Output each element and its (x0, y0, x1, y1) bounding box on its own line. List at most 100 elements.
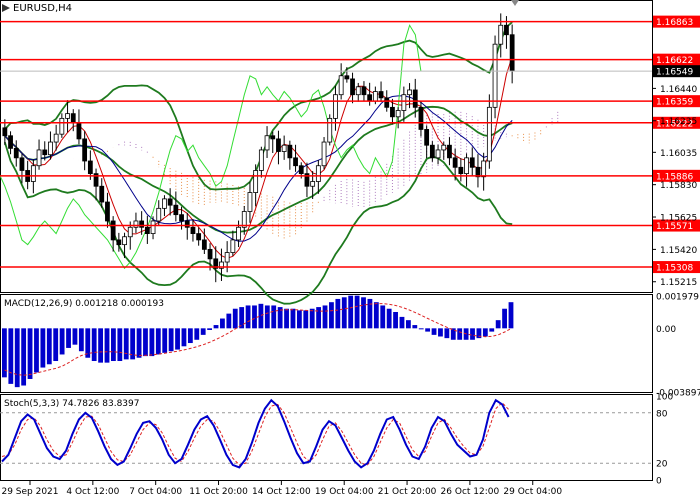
candle-body (458, 166, 464, 175)
macd-bar (367, 298, 373, 329)
macd-bar (386, 308, 392, 329)
candle-body (333, 94, 338, 119)
macd-bar (470, 328, 475, 340)
macd-bar (14, 328, 20, 388)
kijun-line (4, 95, 513, 242)
candle-body (247, 192, 253, 212)
macd-bar (412, 325, 418, 329)
macd-bar (502, 308, 507, 329)
candle-body (13, 147, 19, 159)
candle-body (469, 157, 475, 168)
candle-body (372, 91, 378, 102)
macd-bar (303, 310, 309, 329)
candle-body (504, 24, 509, 36)
macd-bar (329, 302, 334, 329)
macd-bar (348, 295, 354, 329)
macd-bar (85, 328, 91, 358)
candle-body (435, 149, 441, 159)
price-axis: 1.16440 1.16235 1.16035 1.15830 1.15625 1.154… (652, 85, 697, 288)
macd-bar (418, 328, 424, 330)
candle-body (127, 226, 133, 238)
candle-body (105, 201, 110, 222)
current-price-label: 1.16549 (656, 68, 693, 78)
price-tick-label: 1.16440 (660, 85, 697, 95)
macd-bar (373, 302, 379, 329)
candle-body (464, 157, 469, 175)
candle-body (367, 94, 373, 102)
macd-bar (213, 325, 219, 329)
macd-bar (181, 328, 187, 347)
scroll-marker-icon (511, 0, 519, 6)
macd-bar (399, 316, 405, 329)
macd-bar (245, 305, 251, 329)
level-label: 1.16863 (656, 18, 693, 28)
macd-bar (284, 308, 289, 329)
candle-body (167, 198, 173, 206)
macd-bar (226, 313, 232, 329)
candle-body (48, 141, 53, 156)
candle-body (441, 144, 447, 151)
macd-bar (91, 328, 97, 362)
macd-bar (98, 328, 103, 363)
macd-bar (187, 328, 193, 344)
macd-bar (508, 302, 514, 329)
price-tick-label: 1.15830 (660, 181, 697, 191)
macd-bar (444, 328, 450, 339)
main-panel-frame (0, 0, 653, 293)
candle-body (270, 135, 276, 140)
time-tick-label: 29 Sep 2021 (1, 487, 58, 497)
macd-bar (220, 318, 225, 329)
macd-bar (290, 308, 296, 329)
macd-bar (2, 328, 7, 378)
candle-body (361, 86, 367, 96)
macd-bar (21, 328, 27, 386)
macd-bar (354, 295, 360, 329)
macd-bar (72, 328, 78, 345)
macd-bar (136, 328, 142, 358)
macd-bar (232, 308, 238, 329)
price-tick-label: 1.16035 (660, 149, 697, 159)
macd-bar (46, 328, 52, 365)
candle-body (42, 149, 48, 156)
candle-body (8, 135, 13, 149)
candle-body (87, 160, 93, 175)
candle-body (298, 165, 304, 175)
macd-bar (194, 328, 200, 340)
macd-bar (405, 320, 411, 329)
candle-body (447, 144, 452, 159)
candle-body (19, 157, 25, 171)
level-label: 1.15571 (656, 222, 693, 232)
time-tick-label: 7 Oct 04:00 (129, 487, 182, 497)
support-resistance-levels: 1.168631.166221.163591.162221.158861.155… (0, 15, 700, 274)
macd-bar (252, 305, 257, 329)
price-tick-label: 1.15420 (660, 246, 697, 256)
bollinger-upper-line (4, 21, 513, 191)
macd-bar (78, 328, 84, 352)
candle-body (179, 214, 184, 222)
candle-body (173, 204, 179, 216)
macd-tick-label: 0.00 (656, 325, 676, 335)
macd-bar (34, 328, 39, 373)
candle-body (99, 185, 105, 203)
macd-bar (8, 328, 14, 384)
time-tick-label: 4 Oct 12:00 (66, 487, 119, 497)
candle-body (276, 138, 281, 152)
chart-menu-icon[interactable] (2, 4, 10, 12)
candle-body (156, 207, 162, 222)
price-tick-label: 1.16235 (660, 117, 697, 127)
macd-bar (309, 308, 315, 329)
candlesticks (2, 13, 515, 283)
level-label: 1.16359 (656, 98, 693, 108)
macd-bar (296, 310, 302, 329)
macd-bar (489, 328, 495, 332)
candle-body (384, 97, 390, 108)
candle-body (481, 160, 487, 178)
macd-bar (393, 311, 398, 329)
macd-bar (27, 328, 33, 379)
macd-bar (155, 328, 161, 355)
candle-body (281, 144, 287, 152)
candle-body (236, 226, 241, 241)
macd-bar (175, 328, 180, 350)
macd-bar (425, 328, 431, 332)
macd-bar (117, 328, 123, 362)
